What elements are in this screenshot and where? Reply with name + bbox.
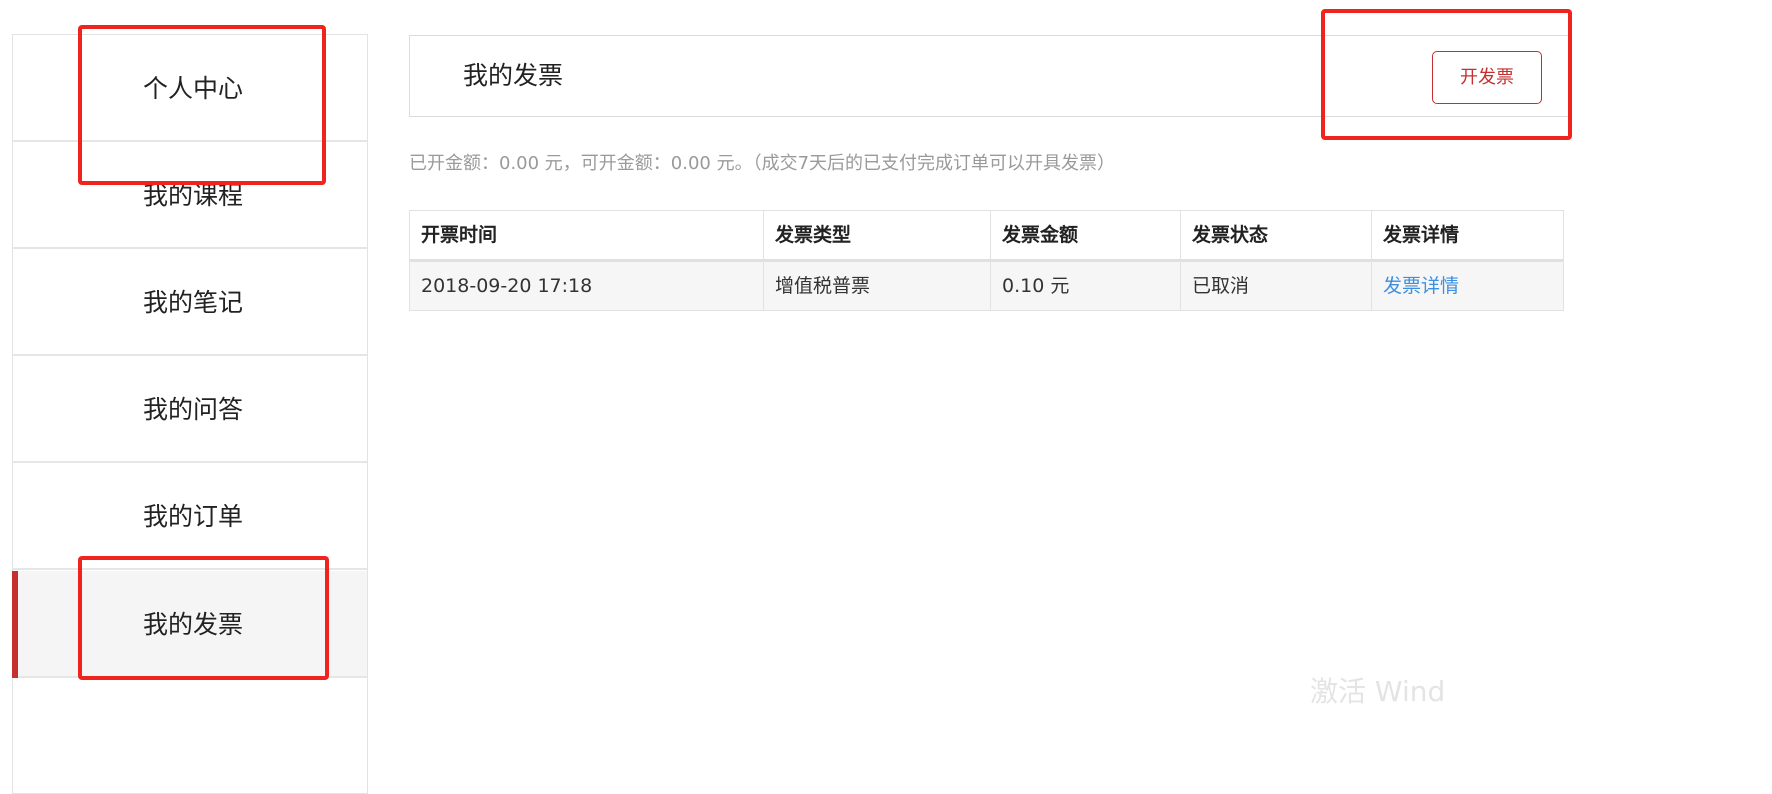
column-header-invoice-type: 发票类型 <box>764 211 991 259</box>
sidebar-item-personal-center[interactable]: 个人中心 <box>13 35 367 142</box>
issue-invoice-button[interactable]: 开发票 <box>1432 51 1542 104</box>
sidebar-item-my-qa[interactable]: 我的问答 <box>13 356 367 463</box>
table-row: 2018-09-20 17:18 增值税普票 0.10 元 已取消 发票详情 <box>410 262 1563 310</box>
sidebar-item-label: 我的发票 <box>143 610 244 639</box>
invoice-status-cell: 已取消 <box>1181 262 1372 310</box>
sidebar-item-my-courses[interactable]: 我的课程 <box>13 142 367 249</box>
invoice-details-cell: 发票详情 <box>1372 262 1563 310</box>
invoice-details-link[interactable]: 发票详情 <box>1383 275 1459 297</box>
sidebar-item-label: 我的问答 <box>143 395 244 424</box>
invoice-type-cell: 增值税普票 <box>764 262 991 310</box>
invoice-amount-summary: 已开金额：0.00 元，可开金额：0.00 元。（成交7天后的已支付完成订单可以… <box>409 153 1116 174</box>
column-header-invoice-details: 发票详情 <box>1383 224 1460 246</box>
invoice-amount-cell: 0.10 元 <box>991 262 1181 310</box>
sidebar-item-my-invoices[interactable]: 我的发票 <box>12 571 367 678</box>
column-header-invoice-time: 开票时间 <box>410 211 764 259</box>
sidebar-item-label: 我的课程 <box>143 181 244 210</box>
column-header-invoice-amount: 发票金额 <box>991 211 1181 259</box>
activation-watermark: 激活 Wind <box>1310 675 1446 708</box>
table-header-row: 开票时间 发票类型 发票金额 发票状态 发票详情 <box>410 211 1563 262</box>
sidebar-nav: 个人中心 我的课程 我的笔记 我的问答 我的订单 我的发票 <box>12 34 368 794</box>
column-header-invoice-status: 发票状态 <box>1181 211 1372 259</box>
sidebar-item-label: 我的笔记 <box>143 288 244 317</box>
invoice-table: 开票时间 发票类型 发票金额 发票状态 发票详情 2018-09-20 17:1… <box>409 210 1564 311</box>
sidebar-item-my-orders[interactable]: 我的订单 <box>13 463 367 570</box>
invoice-header: 我的发票 开发票 <box>409 35 1572 117</box>
sidebar-item-my-notes[interactable]: 我的笔记 <box>13 249 367 356</box>
sidebar-item-label: 个人中心 <box>143 74 244 103</box>
sidebar-item-label: 我的订单 <box>143 502 244 531</box>
invoice-time-cell: 2018-09-20 17:18 <box>410 262 764 310</box>
page-title: 我的发票 <box>463 61 564 90</box>
